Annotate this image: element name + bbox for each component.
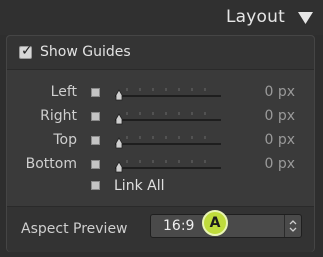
top-slider[interactable] bbox=[113, 133, 223, 149]
panel-title: Layout bbox=[226, 7, 285, 27]
layout-panel: ✓ Show Guides Left 0 px Right 0 px Top 0… bbox=[6, 35, 315, 252]
top-value[interactable]: 0 px bbox=[235, 132, 295, 148]
left-slider[interactable] bbox=[113, 85, 223, 101]
updown-chevron-icon[interactable] bbox=[288, 219, 298, 233]
callout-badge: A bbox=[202, 210, 228, 236]
bottom-label: Bottom bbox=[25, 156, 77, 172]
slider-thumb-icon bbox=[115, 137, 123, 149]
show-guides-checkbox[interactable]: ✓ bbox=[19, 43, 33, 59]
stepper-divider bbox=[284, 215, 285, 237]
bottom-value[interactable]: 0 px bbox=[235, 156, 295, 172]
slider-thumb-icon bbox=[115, 113, 123, 125]
aspect-preview-row: Aspect Preview 16:9 A bbox=[7, 207, 314, 252]
link-all-checkbox[interactable] bbox=[91, 181, 100, 190]
left-label: Left bbox=[50, 84, 77, 100]
right-label: Right bbox=[40, 108, 77, 124]
left-value[interactable]: 0 px bbox=[235, 84, 295, 100]
aspect-preview-label: Aspect Preview bbox=[21, 221, 128, 237]
bottom-slider[interactable] bbox=[113, 157, 223, 173]
slider-thumb-icon bbox=[115, 161, 123, 173]
right-value[interactable]: 0 px bbox=[235, 108, 295, 124]
left-lock-checkbox[interactable] bbox=[91, 88, 100, 97]
top-lock-checkbox[interactable] bbox=[91, 136, 100, 145]
collapse-triangle-icon[interactable] bbox=[298, 12, 313, 24]
panel-header[interactable]: Layout bbox=[0, 0, 323, 35]
top-label: Top bbox=[53, 132, 77, 148]
checkmark-icon: ✓ bbox=[21, 43, 33, 59]
show-guides-label: Show Guides bbox=[40, 44, 131, 60]
aspect-preview-value: 16:9 bbox=[163, 218, 195, 234]
right-slider[interactable] bbox=[113, 109, 223, 125]
bottom-lock-checkbox[interactable] bbox=[91, 160, 100, 169]
right-lock-checkbox[interactable] bbox=[91, 112, 100, 121]
link-all-label: Link All bbox=[114, 178, 165, 194]
show-guides-row: ✓ Show Guides bbox=[7, 36, 314, 70]
slider-thumb-icon bbox=[115, 89, 123, 101]
